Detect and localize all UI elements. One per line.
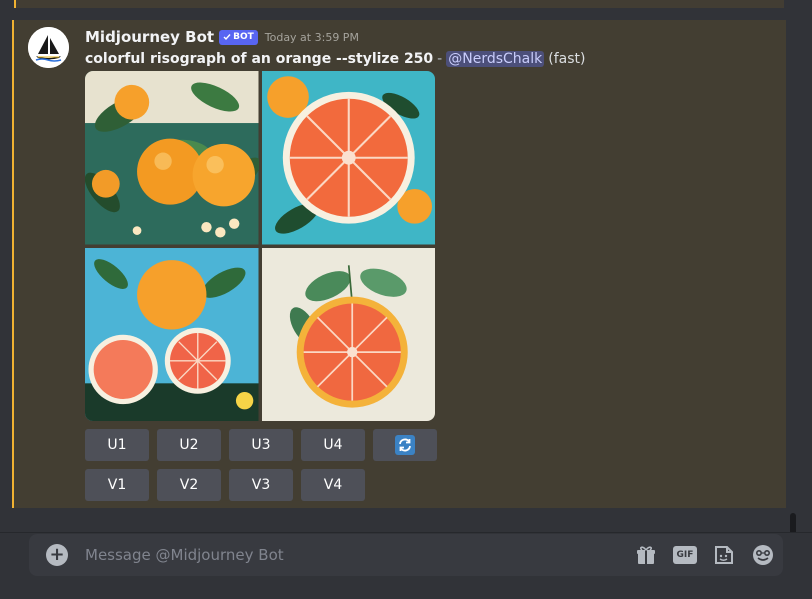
message-input[interactable] — [85, 540, 605, 570]
sailboat-logo-icon — [28, 27, 69, 68]
gift-icon[interactable] — [634, 543, 658, 567]
gif-label: GIF — [673, 546, 697, 564]
image-tile-1[interactable] — [85, 71, 259, 245]
gif-icon[interactable]: GIF — [673, 543, 697, 567]
speed-label: (fast) — [548, 51, 586, 67]
plus-icon[interactable]: + — [46, 544, 68, 566]
user-mention[interactable]: @NerdsChalk — [446, 51, 545, 67]
v2-button[interactable]: V2 — [157, 469, 221, 501]
grapefruit-half-image — [261, 71, 435, 245]
avatar[interactable] — [28, 27, 69, 68]
u3-button[interactable]: U3 — [229, 429, 293, 461]
u4-button[interactable]: U4 — [301, 429, 365, 461]
image-tile-3[interactable] — [85, 247, 259, 421]
bot-badge-label: BOT — [233, 32, 254, 42]
prompt-text: colorful risograph of an orange --styliz… — [85, 51, 434, 67]
image-grid[interactable] — [85, 71, 435, 421]
message-header: Midjourney Bot BOT Today at 3:59 PM — [85, 27, 359, 47]
v1-button[interactable]: V1 — [85, 469, 149, 501]
v3-button[interactable]: V3 — [229, 469, 293, 501]
upscale-button-row: U1 U2 U3 U4 — [85, 429, 437, 461]
username[interactable]: Midjourney Bot — [85, 28, 214, 46]
orange-branch-image — [85, 71, 259, 245]
composer-area: + GIF — [0, 532, 812, 599]
sticker-icon[interactable] — [712, 543, 736, 567]
variation-button-row: V1 V2 V3 V4 — [85, 469, 365, 501]
u2-button[interactable]: U2 — [157, 429, 221, 461]
message-composer: + GIF — [29, 534, 783, 576]
composer-divider — [0, 532, 812, 533]
check-icon — [223, 34, 231, 41]
bot-badge: BOT — [219, 29, 258, 45]
v4-button[interactable]: V4 — [301, 469, 365, 501]
emoji-icon[interactable] — [751, 543, 775, 567]
image-tile-2[interactable] — [261, 71, 435, 245]
reroll-button[interactable] — [373, 429, 437, 461]
message-content: colorful risograph of an orange --styliz… — [85, 49, 585, 69]
grapefruit-slices-image — [85, 247, 259, 421]
u1-button[interactable]: U1 — [85, 429, 149, 461]
grapefruit-cream-image — [261, 247, 435, 421]
timestamp: Today at 3:59 PM — [264, 30, 359, 44]
chat-area: Midjourney Bot BOT Today at 3:59 PM colo… — [0, 0, 812, 539]
separator: - — [437, 51, 443, 67]
composer-icons: GIF — [634, 543, 775, 567]
image-tile-4[interactable] — [261, 247, 435, 421]
refresh-icon — [395, 435, 415, 455]
previous-message-highlight — [14, 0, 784, 8]
